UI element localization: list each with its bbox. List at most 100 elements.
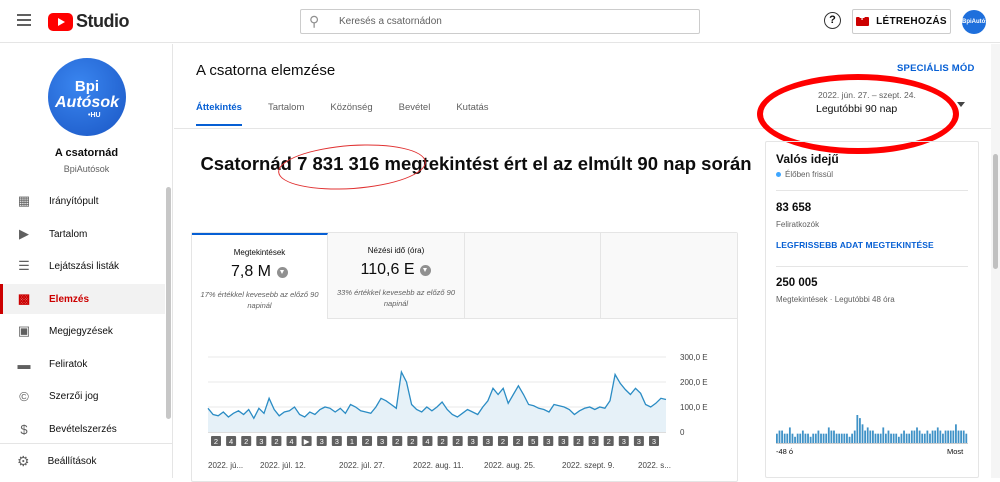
sidebar-item-copyright[interactable]: © Szerzői jog xyxy=(0,381,165,411)
account-avatar[interactable]: BpiAutósok xyxy=(962,10,996,34)
realtime-bar[interactable] xyxy=(838,433,841,443)
realtime-bar[interactable] xyxy=(887,430,890,443)
realtime-bar[interactable] xyxy=(820,433,822,443)
realtime-bar[interactable] xyxy=(913,430,916,443)
realtime-bar[interactable] xyxy=(926,430,929,443)
help-icon[interactable]: ? xyxy=(824,12,841,29)
realtime-bar[interactable] xyxy=(840,433,843,443)
realtime-bar[interactable] xyxy=(781,430,783,443)
realtime-bar[interactable] xyxy=(890,433,892,443)
realtime-bar[interactable] xyxy=(843,433,846,443)
sidebar-item-playlists[interactable]: ☰ Lejátszási listák xyxy=(0,251,165,281)
realtime-bar[interactable] xyxy=(936,427,939,443)
realtime-bar[interactable] xyxy=(851,433,854,443)
main-scrollbar-thumb[interactable] xyxy=(993,154,998,269)
sidebar-item-comments[interactable]: ▣ Megjegyzések xyxy=(0,316,165,346)
realtime-bar[interactable] xyxy=(892,433,895,443)
realtime-bar[interactable] xyxy=(817,430,820,443)
studio-logo[interactable]: Studio xyxy=(48,11,130,32)
realtime-bar[interactable] xyxy=(872,430,874,443)
realtime-bar[interactable] xyxy=(825,433,828,443)
realtime-bar[interactable] xyxy=(882,427,885,443)
realtime-bar[interactable] xyxy=(786,433,789,443)
sidebar-item-dashboard[interactable]: ▦ Irányítópult xyxy=(0,186,165,216)
realtime-bar[interactable] xyxy=(903,430,905,443)
realtime-bar[interactable] xyxy=(846,433,848,443)
tab-revenue[interactable]: Bevétel xyxy=(399,102,431,126)
realtime-bar[interactable] xyxy=(796,433,799,443)
realtime-bar[interactable] xyxy=(897,436,900,443)
realtime-bar[interactable] xyxy=(895,433,898,443)
sidebar-item-subtitles[interactable]: ▬ Feliratok xyxy=(0,349,165,379)
realtime-bar[interactable] xyxy=(942,433,944,443)
realtime-bar[interactable] xyxy=(949,430,952,443)
realtime-bar[interactable] xyxy=(918,430,921,443)
realtime-bar[interactable] xyxy=(783,433,786,443)
realtime-bar[interactable] xyxy=(861,424,864,443)
realtime-bar[interactable] xyxy=(848,436,851,443)
realtime-bar[interactable] xyxy=(869,430,872,443)
sidebar-item-monetization[interactable]: $ Bevételszerzés xyxy=(0,414,165,444)
realtime-bar[interactable] xyxy=(799,433,802,443)
realtime-bar[interactable] xyxy=(877,433,879,443)
realtime-bar[interactable] xyxy=(794,436,796,443)
channel-avatar[interactable]: Bpi Autósok •HU xyxy=(48,58,126,136)
realtime-bar[interactable] xyxy=(856,415,859,443)
tab-content[interactable]: Tartalom xyxy=(268,102,304,126)
tab-audience[interactable]: Közönség xyxy=(330,102,372,126)
realtime-bar[interactable] xyxy=(923,433,926,443)
realtime-bar[interactable] xyxy=(833,430,835,443)
realtime-bar[interactable] xyxy=(944,430,947,443)
realtime-bar[interactable] xyxy=(908,433,911,443)
realtime-bar[interactable] xyxy=(900,433,903,443)
sidebar-item-content[interactable]: ▶ Tartalom xyxy=(0,219,165,249)
main-scrollbar[interactable] xyxy=(991,44,1000,478)
tab-research[interactable]: Kutatás xyxy=(456,102,488,126)
realtime-bar[interactable] xyxy=(778,430,781,443)
realtime-bar[interactable] xyxy=(809,436,812,443)
realtime-bar[interactable] xyxy=(929,433,931,443)
realtime-bar[interactable] xyxy=(827,427,830,443)
realtime-bar[interactable] xyxy=(905,433,908,443)
realtime-bar[interactable] xyxy=(807,433,809,443)
realtime-bar[interactable] xyxy=(916,427,918,443)
sidebar-item-settings[interactable]: ⚙ Beállítások xyxy=(0,443,173,478)
realtime-bar[interactable] xyxy=(910,430,913,443)
realtime-bar[interactable] xyxy=(947,430,950,443)
create-button[interactable]: LÉTREHOZÁS xyxy=(852,9,951,34)
realtime-bar[interactable] xyxy=(853,430,856,443)
realtime-bar[interactable] xyxy=(866,427,869,443)
realtime-bar[interactable] xyxy=(812,433,815,443)
realtime-bar[interactable] xyxy=(830,430,833,443)
chevron-down-icon[interactable] xyxy=(957,102,965,107)
realtime-bar[interactable] xyxy=(934,430,937,443)
search-input[interactable]: ⚲ Keresés a csatornádon xyxy=(300,9,700,34)
realtime-bar[interactable] xyxy=(931,430,934,443)
advanced-mode-link[interactable]: SPECIÁLIS MÓD xyxy=(897,63,975,74)
realtime-bar[interactable] xyxy=(965,433,968,443)
tab-overview[interactable]: Áttekintés xyxy=(196,102,242,126)
realtime-bar[interactable] xyxy=(835,433,838,443)
realtime-bar[interactable] xyxy=(804,433,807,443)
realtime-bar[interactable] xyxy=(822,433,825,443)
realtime-bar[interactable] xyxy=(864,430,867,443)
realtime-bar[interactable] xyxy=(939,430,942,443)
realtime-bar[interactable] xyxy=(921,433,924,443)
realtime-bar[interactable] xyxy=(801,430,804,443)
see-latest-link[interactable]: LEGFRISSEBB ADAT MEGTEKINTÉSE xyxy=(776,240,934,250)
sidebar-scrollbar[interactable] xyxy=(166,187,171,419)
realtime-bar[interactable] xyxy=(859,418,861,443)
realtime-bar[interactable] xyxy=(960,430,963,443)
realtime-bar[interactable] xyxy=(814,433,817,443)
realtime-bar[interactable] xyxy=(957,430,960,443)
menu-icon[interactable] xyxy=(17,14,31,26)
realtime-bar[interactable] xyxy=(776,433,778,443)
realtime-bar[interactable] xyxy=(884,433,887,443)
sidebar-item-analytics[interactable]: ▩ Elemzés xyxy=(0,284,165,314)
realtime-bar[interactable] xyxy=(879,433,882,443)
realtime-bar[interactable] xyxy=(955,424,957,443)
realtime-bar[interactable] xyxy=(788,427,791,443)
realtime-bar[interactable] xyxy=(874,433,877,443)
realtime-bar[interactable] xyxy=(962,430,965,443)
realtime-bar[interactable] xyxy=(952,430,955,443)
